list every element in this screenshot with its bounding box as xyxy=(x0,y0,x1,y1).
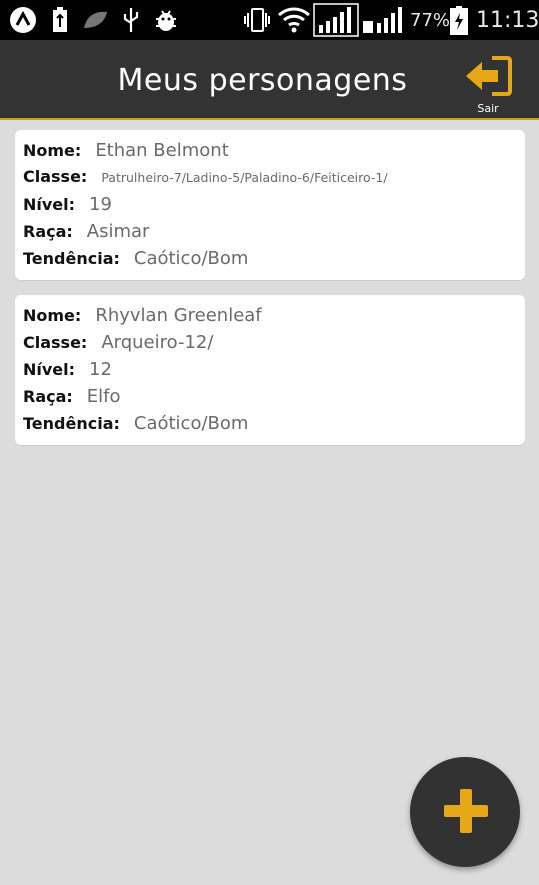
plus-icon xyxy=(443,788,489,838)
bug-icon xyxy=(152,0,180,40)
arrow-up-icon xyxy=(8,0,38,40)
page-title: Meus personagens xyxy=(117,62,408,98)
add-character-button[interactable] xyxy=(410,757,520,867)
logout-icon xyxy=(464,54,514,102)
label-nome: Nome: xyxy=(23,141,82,160)
label-classe: Classe: xyxy=(23,333,88,352)
value-classe: Arqueiro-12/ xyxy=(101,332,214,353)
value-classe: Patrulheiro-7/Ladino-5/Paladino-6/Feitic… xyxy=(101,170,388,185)
character-card[interactable]: Nome: Rhyvlan Greenleaf Classe: Arqueiro… xyxy=(15,295,525,445)
field-tendencia: Tendência: Caótico/Bom xyxy=(23,413,248,437)
field-classe: Classe: Arqueiro-12/ xyxy=(23,332,213,356)
battery-usb-icon xyxy=(50,0,70,40)
usb-icon xyxy=(120,0,142,40)
clock: 11:13 xyxy=(476,7,539,33)
label-raca: Raça: xyxy=(23,222,73,241)
leaf-icon xyxy=(80,0,110,40)
label-nivel: Nível: xyxy=(23,195,76,214)
field-nivel: Nível: 12 xyxy=(23,359,112,383)
signal-icon-2 xyxy=(362,0,406,40)
value-tendencia: Caótico/Bom xyxy=(133,248,249,269)
field-classe: Classe: Patrulheiro-7/Ladino-5/Paladino-… xyxy=(23,167,388,191)
value-tendencia: Caótico/Bom xyxy=(133,413,249,434)
field-raca: Raça: Elfo xyxy=(23,386,121,410)
logout-label: Sair xyxy=(477,102,499,115)
logout-button[interactable]: Sair xyxy=(459,54,517,118)
field-nivel: Nível: 19 xyxy=(23,194,112,218)
field-nome: Nome: Rhyvlan Greenleaf xyxy=(23,305,262,329)
label-raca: Raça: xyxy=(23,387,73,406)
status-bar: 77% 11:13 xyxy=(0,0,539,40)
wifi-icon xyxy=(276,0,312,40)
field-tendencia: Tendência: Caótico/Bom xyxy=(23,248,248,272)
value-nome: Ethan Belmont xyxy=(95,140,229,161)
value-nivel: 12 xyxy=(89,359,112,380)
field-raca: Raça: Asimar xyxy=(23,221,149,245)
label-nome: Nome: xyxy=(23,306,82,325)
label-nivel: Nível: xyxy=(23,360,76,379)
character-card[interactable]: Nome: Ethan Belmont Classe: Patrulheiro-… xyxy=(15,130,525,280)
signal-icon xyxy=(313,0,359,40)
label-tendencia: Tendência: xyxy=(23,414,120,433)
field-nome: Nome: Ethan Belmont xyxy=(23,140,229,164)
value-raca: Asimar xyxy=(86,221,150,242)
battery-percent: 77% xyxy=(410,9,451,31)
vibrate-icon xyxy=(242,0,272,40)
label-tendencia: Tendência: xyxy=(23,249,120,268)
value-nivel: 19 xyxy=(89,194,112,215)
app-bar: Meus personagens Sair xyxy=(0,40,539,120)
battery-charging-icon xyxy=(450,0,468,40)
value-raca: Elfo xyxy=(86,386,121,407)
label-classe: Classe: xyxy=(23,167,88,186)
value-nome: Rhyvlan Greenleaf xyxy=(95,305,262,326)
